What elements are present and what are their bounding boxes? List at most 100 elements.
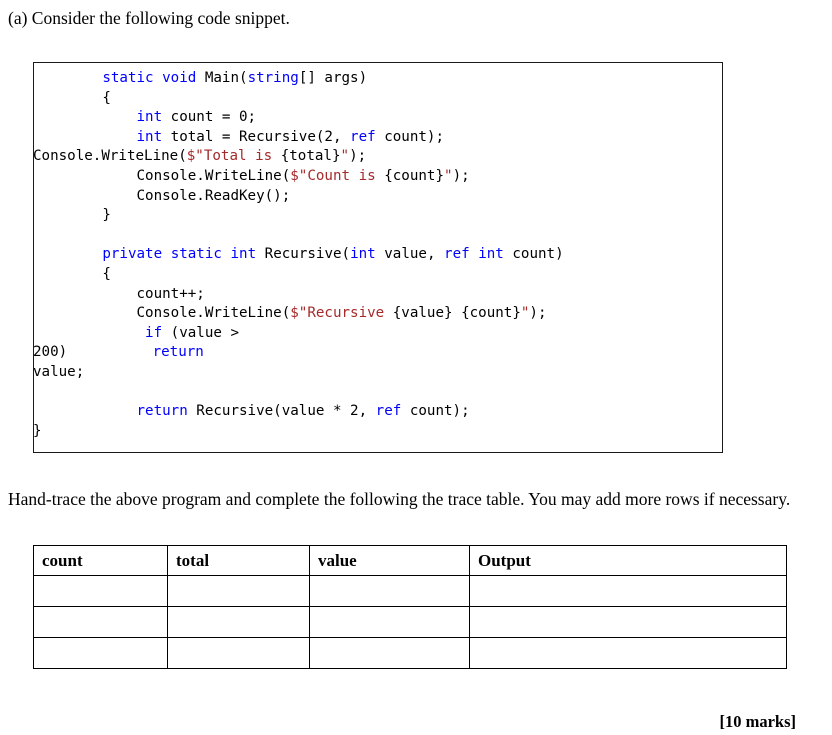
- code-token-n: Console.WriteLine(: [33, 148, 187, 165]
- code-line: {: [34, 265, 722, 285]
- code-token-n: {total}: [280, 148, 341, 165]
- code-line: Console.WriteLine($"Recursive {value} {c…: [34, 304, 722, 324]
- code-token-n: {: [102, 265, 111, 282]
- trace-cell-value[interactable]: [309, 606, 470, 638]
- code-line: {: [34, 89, 722, 109]
- code-token-n: {count}: [384, 167, 445, 184]
- code-token-n: [162, 246, 171, 262]
- code-token-s: ": [444, 167, 453, 184]
- code-token-n: Console.ReadKey();: [136, 187, 291, 204]
- trace-instruction: Hand-trace the above program and complet…: [8, 489, 791, 509]
- trace-table-header-row: count total value Output: [33, 545, 787, 576]
- table-row: [33, 575, 787, 607]
- code-token-n: count);: [401, 403, 470, 420]
- table-row: [33, 637, 787, 669]
- code-token-k: ref: [444, 246, 470, 263]
- code-token-k: static: [170, 246, 222, 263]
- question-intro: (a) Consider the following code snippet.: [8, 8, 290, 28]
- trace-cell-value[interactable]: [309, 637, 470, 669]
- code-token-k: int: [136, 109, 163, 126]
- code-snippet: static void Main(string[] args) { int co…: [34, 69, 722, 441]
- trace-cell-total[interactable]: [167, 606, 310, 638]
- code-token-n: count++;: [136, 285, 205, 302]
- trace-cell-value[interactable]: [309, 575, 470, 607]
- code-token-n: Console.WriteLine(: [136, 167, 291, 184]
- trace-cell-count[interactable]: [33, 637, 168, 669]
- trace-cell-total[interactable]: [167, 575, 310, 607]
- code-token-n: [470, 246, 479, 262]
- code-token-k: return: [136, 403, 188, 420]
- code-token-n: }: [102, 207, 111, 224]
- trace-cell-count[interactable]: [33, 606, 168, 638]
- table-row: [33, 606, 787, 638]
- trace-cell-count[interactable]: [33, 575, 168, 607]
- code-token-s: $"Total is: [186, 148, 281, 165]
- code-line: return Recursive(value * 2, ref count);: [34, 402, 722, 422]
- code-token-n: [154, 70, 163, 86]
- code-token-n: count): [503, 246, 564, 263]
- code-token-n: );: [452, 167, 470, 184]
- code-token-n: Console.WriteLine(: [136, 305, 291, 322]
- code-token-n: Recursive(value * 2,: [187, 403, 376, 420]
- trace-cell-output[interactable]: [469, 637, 787, 669]
- code-token-n: count = 0;: [162, 109, 257, 126]
- code-token-n: Recursive(: [256, 246, 351, 263]
- code-line: if (value >: [34, 324, 722, 344]
- code-token-n: [] args): [298, 70, 368, 86]
- code-token-k: return: [152, 344, 204, 361]
- code-token-n: );: [349, 148, 367, 165]
- column-header-value: value: [309, 545, 470, 576]
- column-header-count: count: [33, 545, 168, 576]
- code-token-n: Main(: [196, 70, 248, 86]
- code-token-k: if: [145, 324, 163, 341]
- trace-cell-output[interactable]: [469, 575, 787, 607]
- code-token-k: void: [162, 70, 197, 86]
- trace-table-body: [33, 575, 787, 669]
- code-token-n: value,: [375, 246, 445, 263]
- trace-cell-total[interactable]: [167, 637, 310, 669]
- code-token-k: string: [247, 70, 299, 86]
- code-token-k: int: [350, 246, 376, 263]
- code-line: Console.WriteLine($"Count is {count}");: [34, 167, 722, 187]
- code-token-n: total = Recursive(2,: [162, 128, 351, 145]
- code-token-s: $"Recursive: [290, 305, 393, 322]
- code-token-k: int: [230, 246, 257, 263]
- code-token-k: int: [478, 246, 504, 263]
- trace-table-head: count total value Output: [33, 545, 787, 576]
- code-line: }: [34, 206, 722, 226]
- code-token-n: {: [102, 89, 111, 106]
- code-line: 200) return: [34, 343, 722, 363]
- code-line: int count = 0;: [34, 108, 722, 128]
- code-line: Console.ReadKey();: [34, 187, 722, 207]
- code-token-n: }: [33, 422, 42, 439]
- trace-table: count total value Output: [33, 545, 787, 669]
- code-line: }: [33, 422, 722, 442]
- trace-cell-output[interactable]: [469, 606, 787, 638]
- column-header-total: total: [167, 545, 310, 576]
- column-header-output: Output: [469, 545, 787, 576]
- code-token-k: ref: [350, 128, 376, 145]
- code-token-k: int: [136, 128, 163, 145]
- code-token-k: ref: [375, 403, 402, 420]
- code-line: private static int Recursive(int value, …: [34, 245, 722, 265]
- code-token-n: );: [529, 305, 547, 322]
- code-token-n: {value} {count}: [392, 305, 521, 322]
- code-token-s: ": [340, 148, 350, 165]
- marks-label: [10 marks]: [719, 712, 796, 731]
- code-line: value;: [33, 363, 722, 383]
- code-line: Console.WriteLine($"Total is {total}");: [33, 147, 722, 167]
- code-token-s: $"Count is: [290, 167, 385, 184]
- code-token-n: value;: [33, 363, 85, 380]
